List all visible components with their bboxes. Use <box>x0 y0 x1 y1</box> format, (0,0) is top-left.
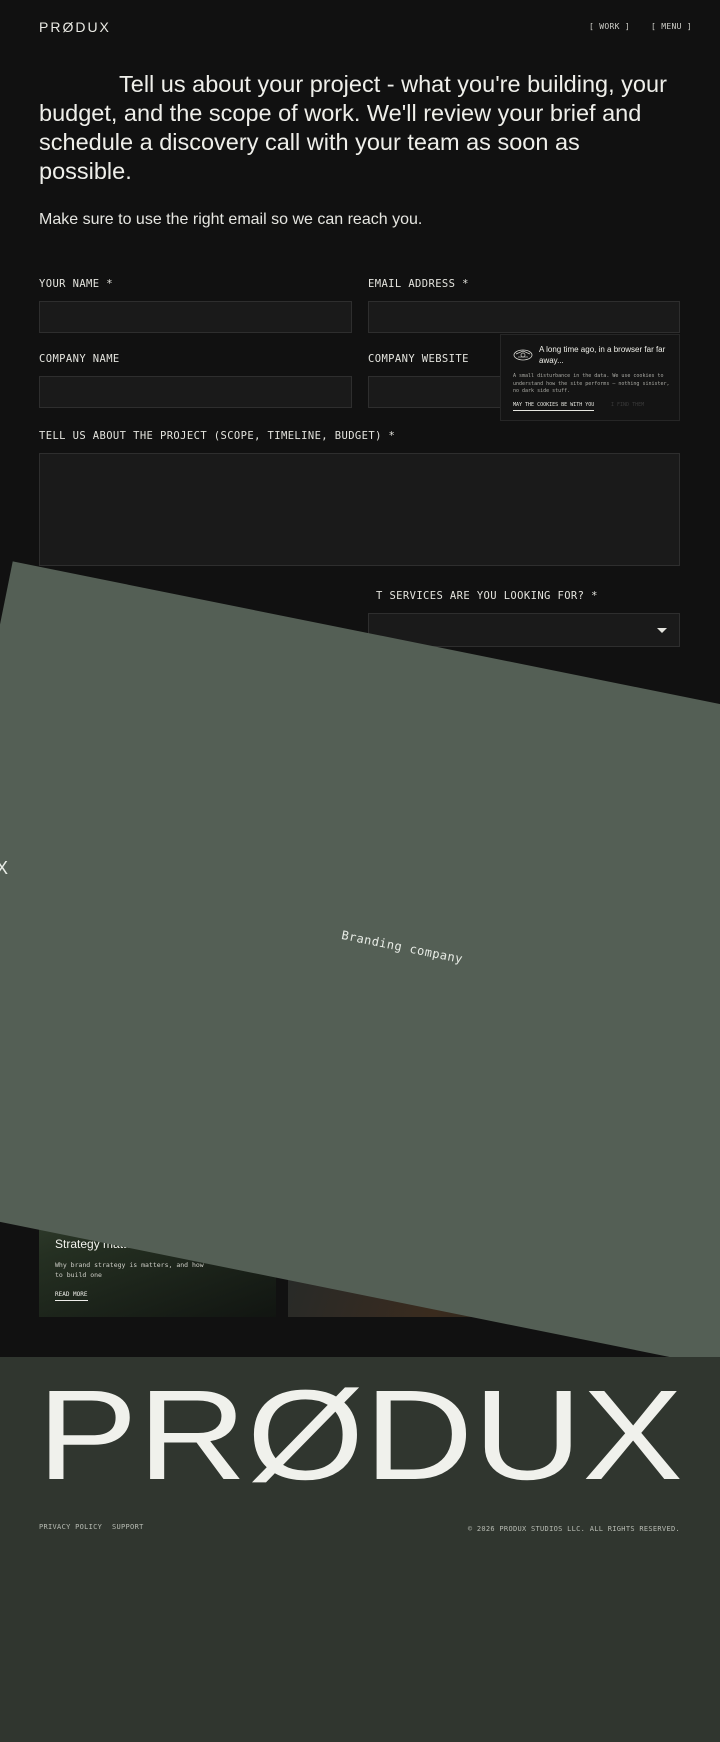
footer-logo: PRØDUX <box>37 1387 683 1487</box>
chevron-down-icon <box>657 628 667 633</box>
name-field[interactable] <box>39 301 352 333</box>
nav-work-link[interactable]: [ WORK ] <box>589 22 630 31</box>
company-field[interactable] <box>39 376 352 408</box>
cookie-title: A long time ago, in a browser far far aw… <box>539 345 666 365</box>
support-link[interactable]: SUPPORT <box>112 1523 144 1531</box>
overlay-close-icon[interactable]: X <box>0 858 8 879</box>
intro-paragraph: Tell us about your project - what you're… <box>39 71 667 184</box>
card-description: Why brand strategy is matters, and how t… <box>55 1261 204 1279</box>
card-read-more-link[interactable]: READ MORE <box>55 1291 88 1301</box>
brand-logo[interactable]: PRØDUX <box>39 19 111 35</box>
ship-illustration-icon <box>513 349 533 361</box>
project-label: TELL US ABOUT THE PROJECT (SCOPE, TIMELI… <box>39 430 396 442</box>
name-label: YOUR NAME * <box>39 278 113 290</box>
cookie-body: A small disturbance in the data. We use … <box>513 373 670 394</box>
nav-menu-link[interactable]: [ MENU ] <box>651 22 692 31</box>
footer: PRØDUX PRIVACY POLICY SUPPORT © 2026 PRO… <box>0 1357 720 1742</box>
email-label: EMAIL ADDRESS * <box>368 278 469 290</box>
project-textarea[interactable] <box>39 453 680 566</box>
website-label: COMPANY WEBSITE <box>368 353 469 365</box>
cookie-accept-button[interactable]: MAY THE COOKIES BE WITH YOU <box>513 402 595 411</box>
company-label: COMPANY NAME <box>39 353 120 365</box>
services-label: T SERVICES ARE YOU LOOKING FOR? * <box>376 590 598 602</box>
copyright-text: © 2026 PRODUX STUDIOS LLC. ALL RIGHTS RE… <box>467 1525 680 1533</box>
email-field[interactable] <box>368 301 680 333</box>
email-note: Make sure to use the right email so we c… <box>39 211 423 228</box>
cookie-banner: A long time ago, in a browser far far aw… <box>500 334 680 421</box>
cookie-decline-button[interactable]: I FIND THEM <box>611 402 644 408</box>
footer-logo-text: PRØDUX <box>37 1387 683 1487</box>
privacy-policy-link[interactable]: PRIVACY POLICY <box>39 1523 102 1531</box>
